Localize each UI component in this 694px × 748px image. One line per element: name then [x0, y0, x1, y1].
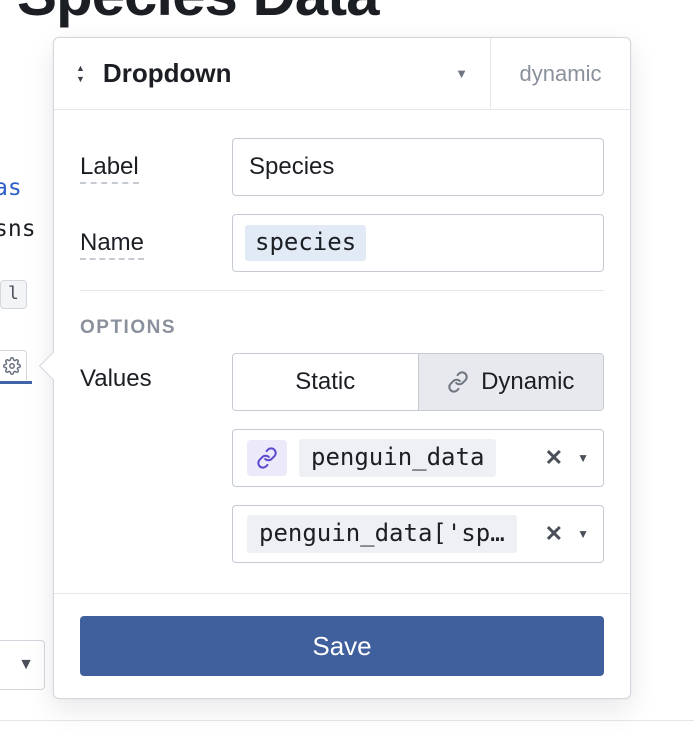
values-label: Values — [80, 353, 232, 393]
clear-binding-button[interactable]: ✕ — [545, 445, 563, 471]
link-icon — [247, 440, 287, 476]
divider-line — [0, 720, 694, 721]
name-field-label: Name — [80, 229, 144, 260]
input-type-select[interactable]: ▲▼ Dropdown ▼ — [54, 38, 490, 109]
active-cell-underline — [0, 381, 32, 384]
cell-settings-button[interactable] — [0, 350, 27, 380]
background-chip: l — [0, 280, 27, 309]
panel-body: Label Species Name species OPTIONS Value… — [54, 110, 630, 593]
chevron-down-icon: ▼ — [18, 656, 34, 674]
panel-header: ▲▼ Dropdown ▼ dynamic — [54, 38, 630, 110]
values-mode-dynamic-label: Dynamic — [481, 368, 574, 396]
label-input[interactable]: Species — [232, 138, 604, 196]
divider — [80, 290, 604, 291]
values-mode-dynamic[interactable]: Dynamic — [418, 354, 604, 410]
values-mode-toggle: Static Dynamic — [232, 353, 604, 411]
chevron-down-icon[interactable]: ▼ — [577, 527, 589, 541]
clear-expression-button[interactable]: ✕ — [545, 521, 563, 547]
binding-source-value: penguin_data — [299, 439, 496, 477]
binding-source-box[interactable]: penguin_data ✕ ▼ — [232, 429, 604, 487]
gear-icon — [3, 357, 21, 375]
input-type-label: Dropdown — [103, 58, 437, 89]
options-section-title: OPTIONS — [80, 317, 604, 339]
name-input[interactable]: species — [232, 214, 604, 272]
code-text: sns — [0, 216, 36, 242]
input-config-panel: ▲▼ Dropdown ▼ dynamic Label Species Name… — [53, 37, 631, 699]
binding-expression-value: penguin_data['sp… — [247, 515, 517, 553]
chevron-down-icon: ▼ — [455, 66, 468, 81]
code-keyword: as — [0, 175, 22, 201]
sort-icon: ▲▼ — [76, 64, 85, 84]
mode-indicator[interactable]: dynamic — [490, 38, 630, 109]
values-mode-static[interactable]: Static — [233, 354, 418, 410]
page-title-fragment: in Species Data — [0, 0, 379, 29]
code-fragment: as sns — [0, 168, 36, 251]
save-button[interactable]: Save — [80, 616, 604, 676]
background-dropdown-stub[interactable]: ▼ — [0, 640, 45, 690]
link-icon — [447, 371, 469, 393]
chevron-down-icon[interactable]: ▼ — [577, 451, 589, 465]
name-input-value: species — [245, 225, 366, 261]
label-field-label: Label — [80, 153, 139, 184]
binding-expression-box[interactable]: penguin_data['sp… ✕ ▼ — [232, 505, 604, 563]
panel-footer: Save — [54, 593, 630, 698]
